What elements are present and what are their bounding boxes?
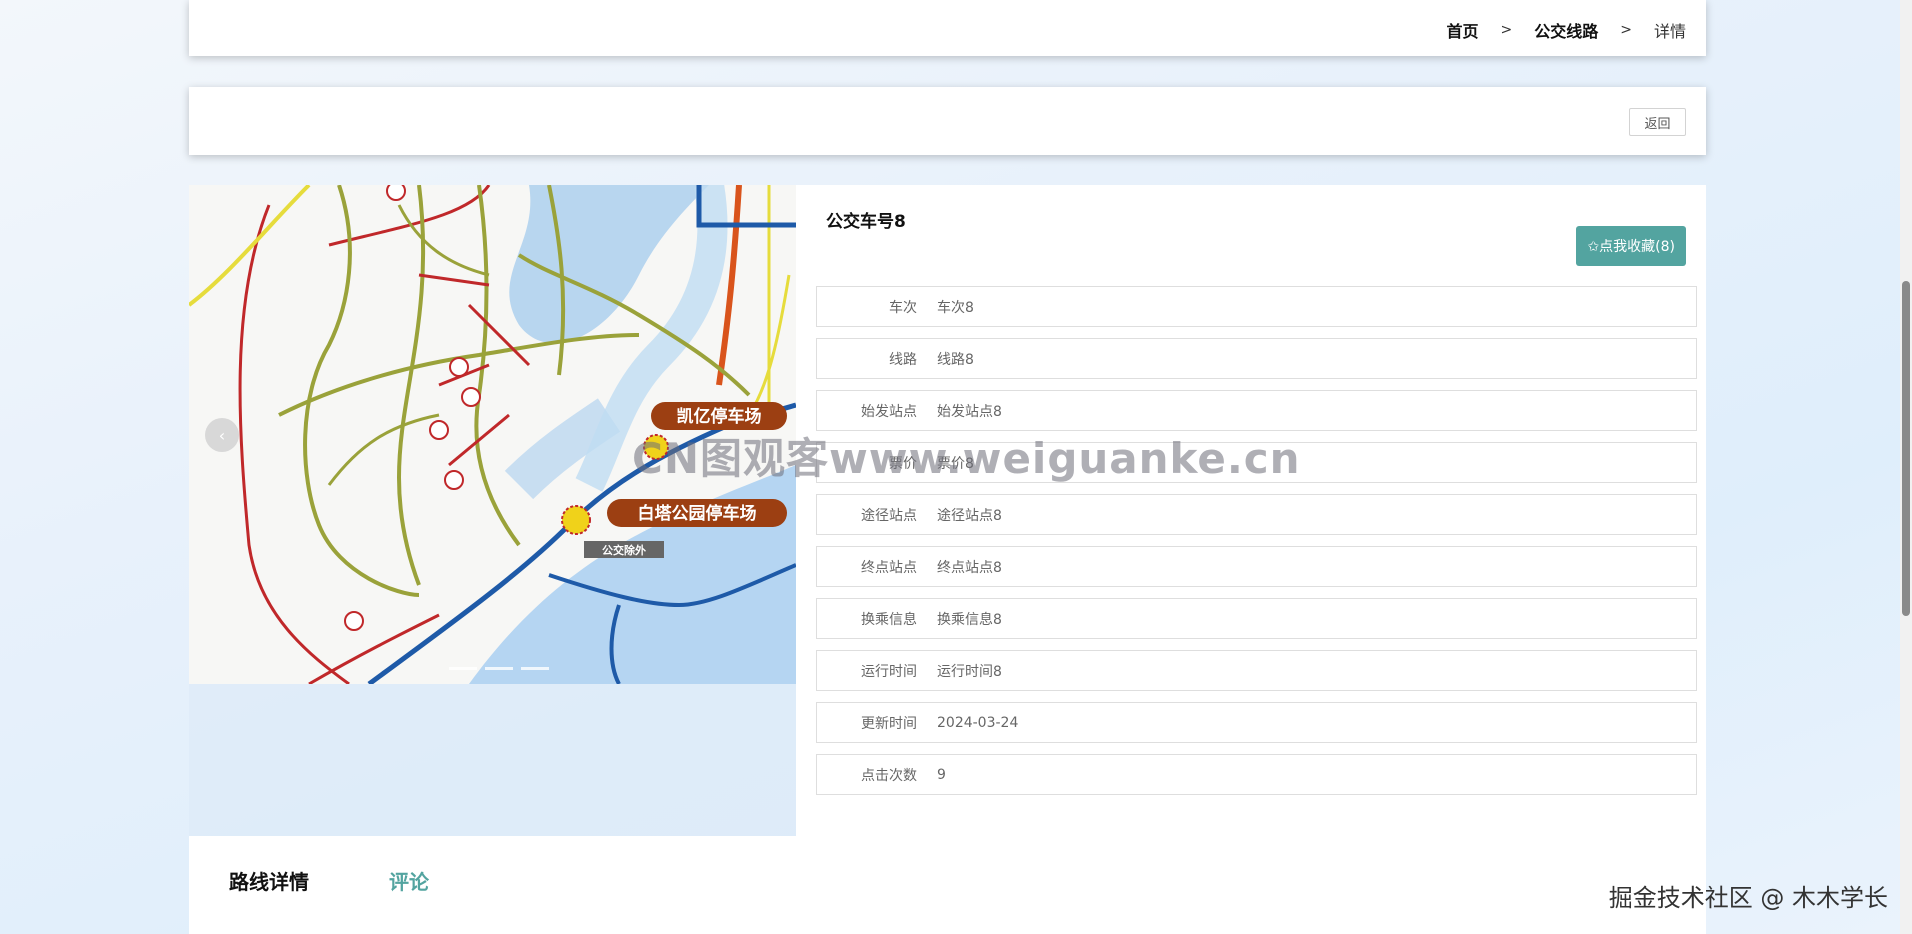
field-label: 途径站点 (861, 507, 917, 524)
field-value: 运行时间8 (937, 663, 1002, 680)
field-label: 票价 (889, 455, 917, 472)
info-table: 车次 车次8 线路 线路8 始发站点 始发站点8 票价 票价8 途径站点 途径站点8 终点… (816, 286, 1697, 806)
tab-comments[interactable]: 评论 (389, 866, 429, 895)
top-nav-bar: 首页 > 公交线路 > 详情 (189, 0, 1706, 56)
bus-info-panel: 公交车号8 ✩点我收藏(8) 车次 车次8 线路 线路8 始发站点 始发站点8 票价票… (796, 185, 1706, 836)
breadcrumb-separator: > (1500, 22, 1513, 38)
field-value: 换乘信息8 (937, 611, 1002, 628)
breadcrumb-current: 详情 (1653, 22, 1686, 41)
scrollbar-track[interactable] (1900, 0, 1912, 934)
breadcrumb: 首页 > 公交线路 > 详情 (1446, 18, 1686, 42)
action-bar: 返回 (189, 87, 1706, 155)
field-value: 终点站点8 (937, 559, 1002, 576)
detail-content: 凯亿停车场 白塔公园停车场 公交除外 ‹ 公交车号8 ✩点我收藏(8) 车次 车次… (189, 185, 1706, 934)
carousel-prev-arrow[interactable]: ‹ (205, 418, 239, 452)
info-row-end: 终点站点 终点站点8 (816, 546, 1697, 587)
map-label-bus: 公交除外 (602, 543, 646, 557)
field-label: 始发站点 (861, 403, 917, 420)
bus-title: 公交车号8 (826, 212, 906, 232)
carousel-dot[interactable] (485, 667, 513, 670)
field-value: 9 (937, 766, 946, 783)
info-row-clicks: 点击次数 9 (816, 754, 1697, 795)
scrollbar-thumb[interactable] (1902, 281, 1910, 616)
info-row-line: 线路 线路8 (816, 338, 1697, 379)
field-label: 车次 (889, 299, 917, 316)
field-label: 换乘信息 (861, 611, 917, 628)
info-row-start: 始发站点 始发站点8 (816, 390, 1697, 431)
field-label: 终点站点 (861, 559, 917, 576)
field-value: 始发站点8 (937, 403, 1002, 420)
field-value: 票价8 (937, 455, 974, 472)
info-row-transfer: 换乘信息 换乘信息8 (816, 598, 1697, 639)
breadcrumb-separator: > (1620, 22, 1632, 38)
field-label: 更新时间 (861, 715, 917, 732)
field-value: 途径站点8 (937, 507, 1002, 524)
favorite-button[interactable]: ✩点我收藏(8) (1576, 226, 1686, 266)
tabs-section: 路线详情 评论 (189, 836, 1706, 934)
image-carousel: 凯亿停车场 白塔公园停车场 公交除外 ‹ (189, 185, 796, 836)
info-row-hours: 运行时间 运行时间8 (816, 650, 1697, 691)
carousel-dot[interactable] (449, 667, 477, 670)
map-label-baita: 白塔公园停车场 (638, 503, 757, 524)
map-label-kaiyi: 凯亿停车场 (677, 406, 762, 427)
back-button[interactable]: 返回 (1629, 108, 1686, 136)
carousel-dot[interactable] (521, 667, 549, 670)
credit-text: 掘金技术社区 @ 木木学长 (1608, 884, 1888, 912)
field-value: 2024-03-24 (937, 714, 1019, 731)
info-row-updated: 更新时间 2024-03-24 (816, 702, 1697, 743)
tab-route-details[interactable]: 路线详情 (229, 866, 309, 895)
info-row-trip: 车次 车次8 (816, 286, 1697, 327)
info-row-fare: 票价 票价8 (816, 442, 1697, 483)
field-value: 线路8 (937, 351, 974, 368)
field-value: 车次8 (937, 299, 974, 316)
field-label: 运行时间 (861, 663, 917, 680)
info-row-via: 途径站点 途径站点8 (816, 494, 1697, 535)
field-label: 线路 (889, 351, 917, 368)
breadcrumb-routes[interactable]: 公交线路 (1534, 18, 1598, 42)
carousel-indicators (449, 667, 549, 670)
breadcrumb-home[interactable]: 首页 (1446, 18, 1478, 42)
field-label: 点击次数 (861, 767, 917, 784)
route-map-image: 凯亿停车场 白塔公园停车场 公交除外 ‹ (189, 185, 796, 684)
